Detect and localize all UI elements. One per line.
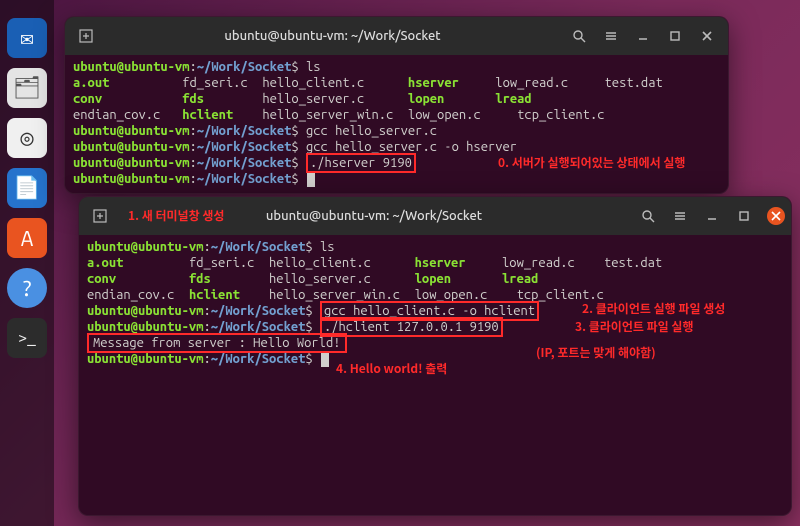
cursor bbox=[321, 353, 329, 367]
ls-item: low_open.c bbox=[408, 108, 481, 122]
dock-files-icon[interactable]: 🗂 bbox=[7, 68, 47, 108]
dock-terminal-icon[interactable]: >_ bbox=[7, 318, 47, 358]
ls-item: fds bbox=[182, 92, 204, 106]
ls-item: fd_seri.c bbox=[189, 256, 255, 270]
ls-item: hello_server_win.c bbox=[269, 288, 400, 302]
cmd-run-hclient: ./hclient 127.0.0.1 9190 bbox=[324, 320, 499, 334]
dock-rhythmbox-icon[interactable]: ◎ bbox=[7, 118, 47, 158]
cmd-run-hserver: ./hserver 9190 bbox=[310, 156, 412, 170]
new-tab-button[interactable] bbox=[85, 203, 115, 229]
annotation-2: 2. 클라이언트 실행 파일 생성 bbox=[582, 300, 725, 317]
cmd-gcc-server-o: gcc hello_server.c -o hserver bbox=[306, 140, 517, 154]
ls-item: hello_client.c bbox=[262, 76, 364, 90]
prompt-user: ubuntu@ubuntu-vm bbox=[87, 240, 203, 254]
ls-item: hserver bbox=[408, 76, 459, 90]
highlight-run-client: ./hclient 127.0.0.1 9190 bbox=[320, 317, 503, 337]
cmd-gcc-client: gcc hello_client.c -o hclient bbox=[324, 304, 535, 318]
annotation-4: 4. Hello world! 출력 bbox=[336, 360, 447, 377]
ls-item: low_open.c bbox=[415, 288, 488, 302]
dock-software-icon[interactable]: A bbox=[7, 218, 47, 258]
prompt-user: ubuntu@ubuntu-vm bbox=[73, 60, 189, 74]
maximize-button[interactable] bbox=[660, 23, 690, 49]
ls-item: hello_client.c bbox=[269, 256, 371, 270]
ls-item: a.out bbox=[73, 76, 109, 90]
close-button[interactable] bbox=[692, 23, 722, 49]
server-output: Message from server : Hello World! bbox=[93, 336, 341, 350]
cmd-ls: ls bbox=[306, 60, 321, 74]
titlebar[interactable]: ubuntu@ubuntu-vm: ~/Work/Socket bbox=[65, 17, 728, 55]
ls-item: test.dat bbox=[605, 76, 663, 90]
menu-button[interactable] bbox=[665, 203, 695, 229]
search-button[interactable] bbox=[564, 23, 594, 49]
ls-item: hserver bbox=[415, 256, 466, 270]
annotation-0: 0. 서버가 실행되어있는 상태에서 실행 bbox=[498, 154, 685, 171]
annotation-3: 3. 클라이언트 파일 실행 bbox=[575, 318, 694, 335]
ls-item: endian_cov.c bbox=[73, 108, 160, 122]
ls-item: lopen bbox=[408, 92, 444, 106]
ls-item: lopen bbox=[415, 272, 451, 286]
ubuntu-dock: ✉ 🗂 ◎ 📄 A ? >_ bbox=[0, 0, 54, 526]
dock-thunderbird-icon[interactable]: ✉ bbox=[7, 18, 47, 58]
annotation-1: 1. 새 터미널창 생성 bbox=[128, 207, 224, 224]
ls-item: hello_server.c bbox=[269, 272, 371, 286]
cursor bbox=[307, 173, 315, 187]
ls-item: conv bbox=[87, 272, 116, 286]
close-button[interactable] bbox=[767, 207, 785, 225]
ls-item: lread bbox=[502, 272, 538, 286]
ls-item: lread bbox=[495, 92, 531, 106]
highlight-output: Message from server : Hello World! bbox=[87, 333, 347, 353]
annotation-3b: (IP, 포트는 맞게 해야함) bbox=[536, 344, 656, 361]
search-button[interactable] bbox=[633, 203, 663, 229]
ls-item: fds bbox=[189, 272, 211, 286]
ls-item: test.dat bbox=[604, 256, 662, 270]
new-tab-button[interactable] bbox=[71, 23, 101, 49]
prompt-path: ~/Work/Socket bbox=[197, 60, 292, 74]
ls-item: hello_server_win.c bbox=[262, 108, 393, 122]
cmd-ls: ls bbox=[320, 240, 335, 254]
dock-help-icon[interactable]: ? bbox=[7, 268, 47, 308]
minimize-button[interactable] bbox=[628, 23, 658, 49]
highlight-run-server: ./hserver 9190 bbox=[306, 153, 416, 173]
terminal-window-client[interactable]: ubuntu@ubuntu-vm: ~/Work/Socket ubuntu@u… bbox=[78, 196, 792, 516]
ls-item: hello_server.c bbox=[262, 92, 364, 106]
ls-item: low_read.c bbox=[502, 256, 575, 270]
ls-item: a.out bbox=[87, 256, 123, 270]
ls-item: endian_cov.c bbox=[87, 288, 174, 302]
minimize-button[interactable] bbox=[697, 203, 727, 229]
ls-item: fd_seri.c bbox=[182, 76, 248, 90]
ls-item: conv bbox=[73, 92, 102, 106]
ls-item: low_read.c bbox=[495, 76, 568, 90]
ls-item: hclient bbox=[182, 108, 233, 122]
prompt-path: ~/Work/Socket bbox=[211, 240, 306, 254]
ls-item: hclient bbox=[189, 288, 240, 302]
cmd-gcc-server: gcc hello_server.c bbox=[306, 124, 437, 138]
window-title: ubuntu@ubuntu-vm: ~/Work/Socket bbox=[101, 29, 564, 43]
maximize-button[interactable] bbox=[729, 203, 759, 229]
ls-item: tcp_client.c bbox=[517, 108, 604, 122]
menu-button[interactable] bbox=[596, 23, 626, 49]
dock-writer-icon[interactable]: 📄 bbox=[7, 168, 47, 208]
